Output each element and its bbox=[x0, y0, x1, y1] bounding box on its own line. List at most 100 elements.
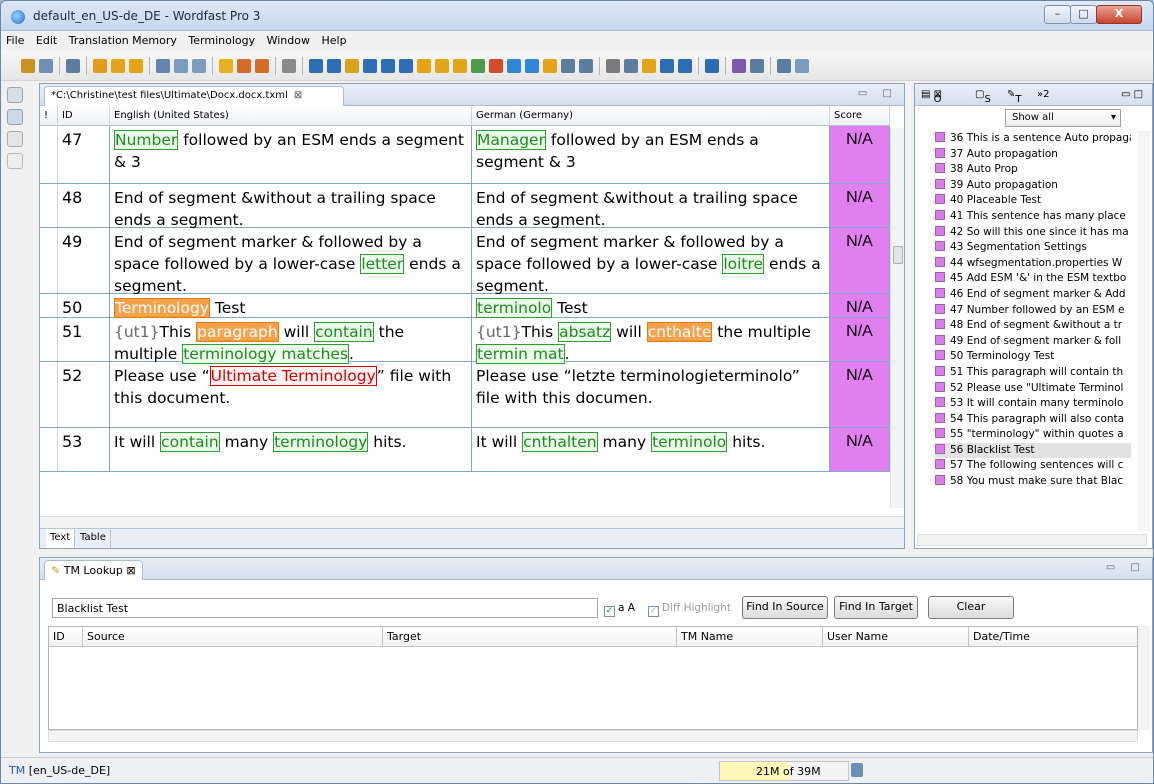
outline-item[interactable]: 45 Add ESM '&' in the ESM textbo bbox=[935, 271, 1131, 287]
tab-s[interactable]: ▢ S bbox=[975, 89, 991, 105]
segment-flag[interactable] bbox=[40, 428, 58, 471]
editor-minmax-icons[interactable]: ▭ □ bbox=[858, 88, 898, 99]
header-flag[interactable]: ! bbox=[40, 106, 58, 126]
source-cell[interactable]: Number followed by an ESM ends a segment… bbox=[110, 126, 472, 183]
segment-row[interactable]: 51 {ut1}This paragraph will contain the m… bbox=[40, 318, 890, 364]
outline-item[interactable]: 50 Terminology Test bbox=[935, 349, 1131, 365]
pilcrow-icon[interactable] bbox=[309, 59, 323, 73]
outline-item[interactable]: 53 It will contain many terminolo bbox=[935, 396, 1131, 412]
segment-flag[interactable] bbox=[40, 228, 58, 293]
img2-icon[interactable] bbox=[777, 59, 791, 73]
segment-row[interactable]: 53 It will contain many terminology hits.… bbox=[40, 428, 890, 472]
col-source[interactable]: Source bbox=[83, 627, 383, 647]
outline-item[interactable]: 55 "terminology" within quotes a bbox=[935, 427, 1131, 443]
prev-icon[interactable] bbox=[93, 59, 107, 73]
segment-flag[interactable] bbox=[40, 294, 58, 317]
settings-icon[interactable] bbox=[282, 59, 296, 73]
find-in-source-button[interactable]: Find In Source bbox=[742, 596, 828, 619]
question-icon[interactable] bbox=[435, 59, 449, 73]
outline-item[interactable]: 51 This paragraph will contain th bbox=[935, 365, 1131, 381]
copy-icon[interactable] bbox=[327, 59, 341, 73]
target-cell[interactable]: terminolo Test bbox=[472, 294, 830, 318]
header-source[interactable]: English (United States) bbox=[110, 106, 472, 126]
down2-icon[interactable] bbox=[678, 59, 692, 73]
outline-item[interactable]: 48 End of segment &without a tr bbox=[935, 318, 1131, 334]
outline-item[interactable]: 58 You must make sure that Blac bbox=[935, 474, 1131, 490]
tab-outline[interactable]: ▤ O ⊠ bbox=[921, 89, 942, 105]
outline-item[interactable]: 49 End of segment marker & foll bbox=[935, 334, 1131, 350]
source-cell[interactable]: Please use “Ultimate Terminology” file w… bbox=[110, 362, 472, 427]
segment-row[interactable]: 49 End of segment marker & followed by a … bbox=[40, 228, 890, 295]
minus-icon[interactable] bbox=[525, 59, 539, 73]
target-cell[interactable]: End of segment &without a trailing space… bbox=[472, 184, 830, 229]
menu-file[interactable]: File bbox=[1, 31, 27, 47]
segment-row[interactable]: 47 Number followed by an ESM ends a segme… bbox=[40, 126, 890, 184]
editor-vertical-scrollbar[interactable] bbox=[890, 128, 904, 508]
maximize-button[interactable]: □ bbox=[1070, 5, 1097, 24]
menu-terminology[interactable]: Terminology bbox=[183, 31, 258, 47]
next-icon[interactable] bbox=[129, 59, 143, 73]
diff-highlight-checkbox[interactable]: ✓ Diff Highlight bbox=[648, 602, 731, 617]
outline-vertical-scrollbar[interactable] bbox=[1138, 131, 1150, 531]
trash-icon[interactable] bbox=[851, 763, 863, 777]
tm-lookup-tab[interactable]: ✎ TM Lookup ⊠ bbox=[44, 560, 143, 580]
outline-item[interactable]: 43 Segmentation Settings bbox=[935, 240, 1131, 256]
updown-icon[interactable] bbox=[399, 59, 413, 73]
col-id[interactable]: ID bbox=[49, 627, 83, 647]
flag-icon[interactable] bbox=[489, 59, 503, 73]
outline-minmax-icons[interactable]: ▭ □ bbox=[1121, 89, 1143, 100]
flash-icon[interactable] bbox=[642, 59, 656, 73]
tab-text[interactable]: Text bbox=[46, 529, 76, 548]
outline-item[interactable]: 38 Auto Prop bbox=[935, 162, 1131, 178]
header-id[interactable]: ID bbox=[58, 106, 110, 126]
star-icon[interactable] bbox=[543, 59, 557, 73]
grid-icon[interactable] bbox=[192, 59, 206, 73]
col-user-name[interactable]: User Name bbox=[823, 627, 969, 647]
case-checkbox[interactable]: ✓ a A bbox=[604, 602, 635, 617]
doc-view-icon[interactable] bbox=[7, 153, 23, 169]
source-cell[interactable]: {ut1}This paragraph will contain the mul… bbox=[110, 318, 472, 364]
outline-item[interactable]: 40 Placeable Test bbox=[935, 193, 1131, 209]
outline-item[interactable]: 36 This is a sentence Auto propaga bbox=[935, 131, 1131, 147]
tm2-icon[interactable] bbox=[255, 59, 269, 73]
sync-icon[interactable] bbox=[66, 59, 80, 73]
tm-horizontal-scrollbar[interactable] bbox=[48, 730, 1138, 742]
propagate-icon[interactable] bbox=[417, 59, 431, 73]
prev2-icon[interactable] bbox=[660, 59, 674, 73]
col-target[interactable]: Target bbox=[383, 627, 677, 647]
tm-search-input[interactable]: Blacklist Test bbox=[52, 598, 598, 618]
open-icon[interactable] bbox=[21, 59, 35, 73]
minimize-button[interactable]: – bbox=[1044, 5, 1071, 24]
menu-window[interactable]: Window bbox=[262, 31, 313, 47]
target-cell[interactable]: End of segment marker & followed by a sp… bbox=[472, 228, 830, 295]
editor-document-tab[interactable]: *C:\Christine\test files\Ultimate\Docx.d… bbox=[44, 86, 344, 106]
x-icon[interactable] bbox=[561, 59, 575, 73]
x2-icon[interactable] bbox=[579, 59, 593, 73]
outline-filter-select[interactable]: Show all ▾ bbox=[1005, 109, 1121, 127]
outline-item[interactable]: 57 The following sentences will c bbox=[935, 458, 1131, 474]
tm-vertical-scrollbar[interactable] bbox=[1138, 626, 1150, 730]
up-arrow-icon[interactable] bbox=[381, 59, 395, 73]
edit-icon[interactable] bbox=[156, 59, 170, 73]
segment-row[interactable]: 50 Terminology Test terminolo Test N/A bbox=[40, 294, 890, 318]
editor-horizontal-scrollbar[interactable] bbox=[40, 516, 904, 528]
tm-view-icon[interactable] bbox=[7, 131, 23, 147]
clear-button[interactable]: Clear bbox=[928, 596, 1014, 619]
source-cell[interactable]: Terminology Test bbox=[110, 294, 472, 318]
outline-item[interactable]: 42 So will this one since it has ma bbox=[935, 225, 1131, 241]
tab-t[interactable]: ✎ T bbox=[1007, 89, 1022, 105]
menu-edit[interactable]: Edit bbox=[31, 31, 60, 47]
segment-flag[interactable] bbox=[40, 318, 58, 361]
source-cell[interactable]: End of segment &without a trailing space… bbox=[110, 184, 472, 229]
segment-flag[interactable] bbox=[40, 126, 58, 183]
target-cell[interactable]: Manager followed by an ESM ends a segmen… bbox=[472, 126, 830, 183]
target-cell[interactable]: {ut1}This absatz will cnthalte the multi… bbox=[472, 318, 830, 364]
target-cell[interactable]: It will cnthalten many terminolo hits. bbox=[472, 428, 830, 471]
source-cell[interactable]: It will contain many terminology hits. bbox=[110, 428, 472, 471]
down-icon[interactable] bbox=[111, 59, 125, 73]
perspective-icon[interactable] bbox=[7, 87, 23, 103]
scroll-thumb[interactable] bbox=[893, 246, 903, 264]
outline-item[interactable]: 41 This sentence has many place bbox=[935, 209, 1131, 225]
bookmark-icon[interactable] bbox=[219, 59, 233, 73]
outline-item[interactable]: 44 wfsegmentation.properties W bbox=[935, 256, 1131, 272]
